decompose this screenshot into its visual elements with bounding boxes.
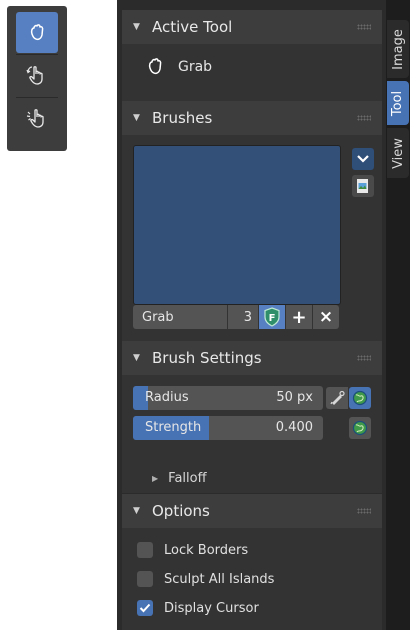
fake-user-shield-icon: F	[264, 307, 280, 327]
sculpt-all-islands-checkbox[interactable]	[137, 571, 153, 587]
lock-borders-checkbox[interactable]	[137, 542, 153, 558]
panel-title: Brush Settings	[152, 349, 262, 367]
brush-settings-panel-header[interactable]: ▼ Brush Settings	[122, 341, 382, 375]
unified-radius-button[interactable]	[349, 387, 371, 409]
collapse-arrow-icon: ▼	[133, 506, 140, 516]
remove-brush-button[interactable]: ×	[313, 305, 339, 329]
checkbox-label: Lock Borders	[164, 542, 249, 558]
checkbox-label: Display Cursor	[164, 600, 259, 616]
rotate-hand-icon	[26, 65, 43, 85]
grab-tool-button[interactable]	[16, 12, 58, 53]
fake-user-button[interactable]: F	[259, 305, 285, 329]
panel-title: Active Tool	[152, 18, 233, 36]
rotate-tool-button[interactable]	[16, 55, 58, 96]
collapse-arrow-icon: ▼	[133, 113, 140, 123]
drag-grip-icon[interactable]	[357, 508, 371, 514]
tool-shelf	[7, 6, 67, 151]
strength-value: 0.400	[275, 420, 313, 435]
brush-datablock-row: Grab 3 F + ×	[133, 305, 339, 329]
collapse-arrow-icon: ▼	[133, 353, 140, 363]
fake-user-label: F	[269, 313, 276, 324]
relax-tool-button[interactable]	[16, 98, 58, 139]
collapse-arrow-icon: ▼	[133, 22, 140, 32]
tab-tool[interactable]: Tool	[387, 81, 409, 125]
pen-pressure-icon	[330, 390, 345, 405]
add-icon: +	[291, 306, 307, 328]
relax-hand-icon	[26, 108, 44, 128]
radius-slider[interactable]: Radius 50 px	[133, 386, 323, 410]
strength-label: Strength	[145, 420, 202, 435]
sculpt-all-islands-option[interactable]: Sculpt All Islands	[137, 571, 274, 587]
brush-name-field[interactable]: Grab	[133, 305, 227, 329]
chevron-down-icon	[357, 155, 369, 163]
unified-strength-button[interactable]	[349, 417, 371, 439]
image-browse-icon	[357, 179, 368, 193]
falloff-label: Falloff	[168, 471, 207, 486]
active-tool-label: Grab	[178, 59, 213, 75]
drag-grip-icon[interactable]	[357, 24, 371, 30]
display-cursor-checkbox[interactable]	[137, 600, 153, 616]
strength-slider[interactable]: Strength 0.400	[133, 416, 323, 440]
active-tool-panel-header[interactable]: ▼ Active Tool	[122, 10, 382, 44]
brush-preview-thumbnail[interactable]	[133, 145, 341, 305]
display-cursor-option[interactable]: Display Cursor	[137, 600, 259, 616]
tab-view[interactable]: View	[387, 128, 409, 178]
brushes-panel-header[interactable]: ▼ Brushes	[122, 101, 382, 135]
tab-label: View	[390, 137, 406, 169]
expand-arrow-icon: ▶	[152, 474, 159, 483]
tab-label: Image	[390, 28, 406, 70]
drag-grip-icon[interactable]	[357, 355, 371, 361]
add-brush-button[interactable]: +	[286, 305, 312, 329]
drag-grip-icon[interactable]	[357, 115, 371, 121]
grab-hand-icon	[148, 58, 162, 75]
options-panel-header[interactable]: ▼ Options	[122, 494, 382, 528]
globe-icon	[352, 420, 368, 436]
panel-title: Brushes	[152, 109, 213, 127]
tab-image[interactable]: Image	[387, 20, 409, 78]
brush-dropdown-button[interactable]	[352, 148, 374, 170]
checkbox-label: Sculpt All Islands	[164, 571, 275, 587]
globe-icon	[352, 390, 368, 406]
radius-label: Radius	[145, 390, 189, 405]
falloff-subpanel-header[interactable]: ▶ Falloff	[152, 471, 207, 486]
radius-value: 50 px	[276, 390, 313, 405]
checkmark-icon	[139, 603, 151, 613]
image-browse-button[interactable]	[352, 175, 374, 197]
user-count[interactable]: 3	[228, 305, 258, 329]
tab-label: Tool	[390, 90, 406, 116]
close-icon: ×	[318, 307, 334, 327]
active-tool-row[interactable]: Grab	[144, 56, 212, 78]
pen-pressure-button[interactable]	[326, 387, 348, 409]
grab-hand-icon	[30, 23, 44, 40]
panel-title: Options	[152, 502, 210, 520]
lock-borders-option[interactable]: Lock Borders	[137, 542, 248, 558]
